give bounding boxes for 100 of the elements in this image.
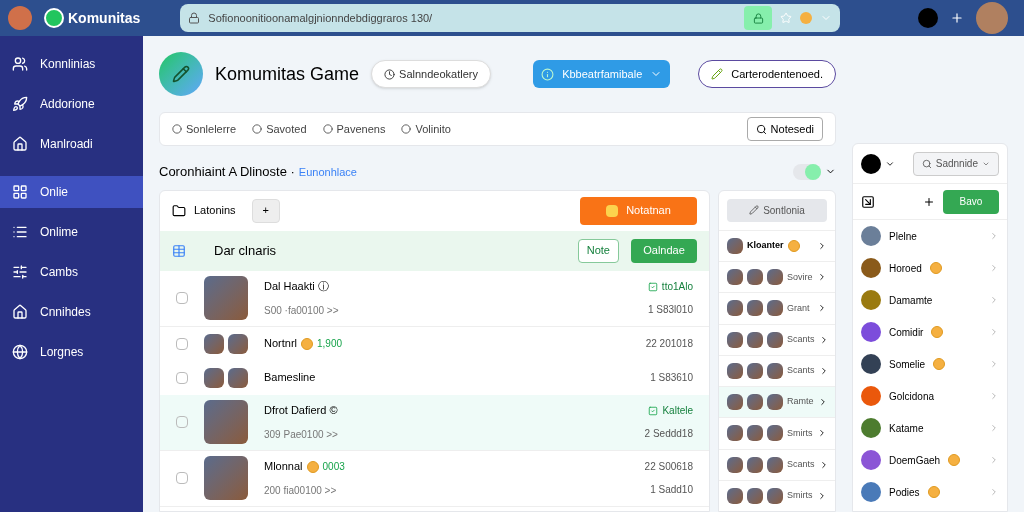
list-item[interactable]: Damamte [853,284,1007,316]
game-row[interactable]: Dfrot Dafierd © 309 Pae0100 >> Kaltele 2 Seddd18 [160,394,709,451]
amount: 1,900 [317,337,343,351]
pencil-icon [711,68,724,80]
list-item[interactable]: Somelie [853,348,1007,380]
tab[interactable]: Pavenens [322,120,386,138]
sidebar-item[interactable]: Addorione [0,88,143,120]
home-icon [12,136,28,152]
row-meta: 1 S83610 [650,371,693,385]
photo-placeholder [767,394,783,411]
sidebar-item[interactable]: Cambs [0,256,143,288]
chevron-icon [989,455,999,465]
list-item[interactable]: Ramte [719,386,835,418]
check-icon [648,405,659,416]
list-item[interactable]: Golcidona [853,380,1007,412]
chevron-icon [817,272,827,283]
filter-button[interactable]: Sontlonia [727,198,827,222]
status-tag: tto1Alo [661,279,693,294]
checkbox[interactable] [176,416,188,428]
star-icon[interactable] [780,12,793,24]
search-icon [921,158,932,169]
item-label: Scants [787,457,815,471]
pencil-icon [172,65,190,83]
address-bar[interactable]: Sofionoonitioonamalgjnionndebdiggraros 130/ [180,4,841,32]
row-meta: 1 Sadd10 [650,483,693,497]
checkbox[interactable] [176,371,188,384]
lock-button[interactable] [744,6,773,30]
photo-placeholder [727,456,743,473]
game-title: Dal Haakti ⓘ [264,279,329,295]
photo-placeholder [727,269,743,286]
list-item[interactable]: Comidir [853,316,1007,348]
item-label: Ramte [787,395,814,409]
row-meta: 22 S00618 [644,460,693,474]
list-item[interactable]: Horoed [853,252,1007,284]
photo-placeholder [747,300,763,317]
list-item[interactable]: Plelne [853,220,1007,252]
add-button[interactable]: + [251,198,280,223]
plus-icon[interactable] [923,195,935,208]
item-label: Plelne [889,229,917,244]
table-icon [172,243,186,258]
item-label: Damamte [889,293,933,308]
clock-icon [384,68,396,80]
chevron-icon [817,303,827,314]
chevron-icon [989,295,999,305]
row-meta: 1 S83l010 [647,303,693,317]
search-field[interactable]: Sadnnide [912,151,999,176]
circle-icon [252,124,263,134]
game-title: Bamesline [264,370,316,386]
photo-placeholder [727,238,743,254]
photo-placeholder [228,333,248,354]
chevron-icon [817,428,827,439]
chevron-icon [989,327,999,337]
checkbox[interactable] [176,337,188,350]
category-pill[interactable]: Salnndeokatlery [371,60,491,88]
checkbox[interactable] [176,292,188,304]
brand-name[interactable]: Komunitas [68,8,141,28]
photo-placeholder [727,300,743,317]
avatar[interactable] [8,6,32,30]
sidebar-item[interactable]: Konnlinias [0,48,143,80]
circle-icon [172,124,182,134]
photo-placeholder [228,367,248,388]
logo-icon [44,8,64,28]
chevron-icon [989,391,999,401]
chevron-icon [989,359,999,369]
folder-icon [172,203,186,218]
item-label: Golcidona [889,389,935,404]
outline-button[interactable]: Carterodentenoed. [698,60,836,88]
plus-icon[interactable] [950,11,964,25]
sidebar-item[interactable]: Onlie [0,176,143,208]
list-item[interactable]: Podies [853,476,1007,508]
list-item[interactable]: Katame [853,412,1007,444]
search-button[interactable]: Notesedi [746,117,823,141]
tab[interactable]: Savoted [252,120,307,138]
tab[interactable]: Volinito [401,120,451,138]
list-item[interactable]: DoemGaeh [853,444,1007,476]
extension-icon[interactable] [918,8,938,28]
export-icon[interactable] [861,194,875,209]
tab[interactable]: Sonlelerre [172,120,237,138]
sidebar-item[interactable]: Lorgnes [0,336,143,368]
coin-icon[interactable] [800,12,813,24]
photo-placeholder [727,425,743,442]
photo-placeholder [747,456,763,473]
photo-placeholder [727,394,743,411]
chevron-icon [989,487,999,497]
photo-placeholder [767,269,783,286]
account-icon[interactable] [861,153,881,174]
photo-placeholder [727,487,743,504]
note-button[interactable]: Note [577,238,619,263]
sidebar-item[interactable]: Cnnihdes [0,296,143,328]
photo-placeholder [204,456,248,500]
game-title: Dfrot Dafierd © [264,403,338,419]
photo-placeholder [727,331,743,348]
sidebar-item[interactable]: Manlroadi [0,128,143,160]
sidebar-item[interactable]: Onlime [0,216,143,248]
home-icon [12,304,28,320]
toggle-switch[interactable] [793,163,821,180]
item-label: Scants [787,332,815,346]
grid-icon [12,184,28,200]
profile-avatar[interactable] [976,2,1008,34]
checkbox[interactable] [176,472,188,484]
